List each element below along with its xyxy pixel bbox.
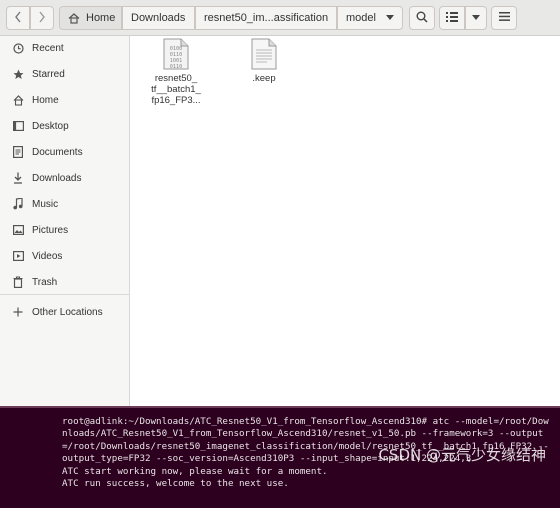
sidebar-item-label: Pictures — [32, 224, 69, 236]
sidebar-item-label: Recent — [32, 42, 64, 54]
sidebar-item-label: Other Locations — [32, 306, 103, 318]
document-icon — [10, 146, 26, 158]
trash-icon — [10, 276, 26, 288]
file-name-line: fp16_FP3... — [151, 95, 201, 106]
sidebar-item-downloads[interactable]: Downloads — [0, 166, 130, 190]
sidebar-item-label: Trash — [32, 276, 58, 288]
sidebar-item-desktop[interactable]: Desktop — [0, 114, 130, 138]
sidebar-item-pictures[interactable]: Pictures — [0, 218, 130, 242]
breadcrumb-resnet-folder[interactable]: resnet50_im...assification — [195, 6, 337, 30]
sidebar-item-label: Desktop — [32, 120, 69, 132]
view-options-button[interactable] — [465, 6, 487, 30]
text-file-icon — [251, 38, 277, 70]
file-name-line: tf__batch1_ — [151, 84, 201, 95]
chevron-right-icon — [38, 11, 46, 26]
file-item-keep[interactable]: .keep — [228, 38, 300, 84]
sidebar-item-home[interactable]: Home — [0, 88, 130, 112]
music-icon — [10, 198, 26, 210]
breadcrumb-label: resnet50_im...assification — [204, 12, 329, 24]
sidebar-item-starred[interactable]: Starred — [0, 62, 130, 86]
home-icon — [68, 12, 80, 24]
sidebar-item-label: Videos — [32, 250, 63, 262]
file-name-line: resnet50_ — [154, 73, 198, 84]
sidebar-item-label: Home — [32, 94, 59, 106]
file-manager-window: Home Downloads resnet50_im...assificatio… — [0, 0, 560, 406]
sidebar-item-videos[interactable]: Videos — [0, 244, 130, 268]
caret-down-icon — [386, 12, 394, 24]
sidebar-item-label: Downloads — [32, 172, 82, 184]
list-view-icon — [446, 11, 458, 25]
picture-icon — [10, 225, 26, 235]
breadcrumb-label: Downloads — [131, 12, 186, 24]
star-icon — [10, 69, 26, 80]
sidebar-item-trash[interactable]: Trash — [0, 270, 130, 294]
desktop-icon — [10, 121, 26, 131]
forward-button[interactable] — [30, 6, 54, 30]
sidebar: Recent Starred Home Desktop Documents Do… — [0, 36, 130, 406]
binary-file-icon: 0100 0110 1001 0110 — [163, 38, 189, 70]
file-item-resnet50-model[interactable]: 0100 0110 1001 0110 resnet50_ tf__batch1… — [140, 38, 212, 106]
breadcrumb-home[interactable]: Home — [59, 6, 122, 30]
home-icon — [10, 94, 26, 106]
sidebar-item-label: Music — [32, 198, 59, 210]
sidebar-item-label: Starred — [32, 68, 65, 80]
breadcrumb-model[interactable]: model — [337, 6, 403, 30]
header-bar: Home Downloads resnet50_im...assificatio… — [0, 0, 560, 36]
download-icon — [10, 172, 26, 184]
svg-text:0110: 0110 — [170, 64, 183, 70]
hamburger-menu-icon — [498, 12, 510, 24]
back-button[interactable] — [6, 6, 30, 30]
file-view: 0100 0110 1001 0110 resnet50_ tf__batch1… — [130, 36, 560, 406]
breadcrumb-downloads[interactable]: Downloads — [122, 6, 195, 30]
search-button[interactable] — [409, 6, 435, 30]
search-icon — [416, 11, 428, 26]
caret-down-icon — [472, 12, 480, 24]
sidebar-item-other-locations[interactable]: Other Locations — [0, 300, 130, 324]
sidebar-item-documents[interactable]: Documents — [0, 140, 130, 164]
view-toggle-button[interactable] — [439, 6, 465, 30]
menu-button[interactable] — [491, 6, 517, 30]
chevron-left-icon — [14, 11, 22, 26]
clock-icon — [10, 42, 26, 54]
breadcrumb-label: Home — [86, 12, 116, 24]
watermark: CSDN @元气少女缘结神 — [378, 446, 546, 464]
sidebar-separator — [0, 294, 130, 295]
plus-icon — [10, 307, 26, 317]
sidebar-item-label: Documents — [32, 146, 83, 158]
video-icon — [10, 251, 26, 261]
sidebar-item-recent[interactable]: Recent — [0, 36, 130, 60]
breadcrumb-label: model — [346, 12, 376, 24]
file-name-line: .keep — [252, 73, 276, 84]
sidebar-item-music[interactable]: Music — [0, 192, 130, 216]
